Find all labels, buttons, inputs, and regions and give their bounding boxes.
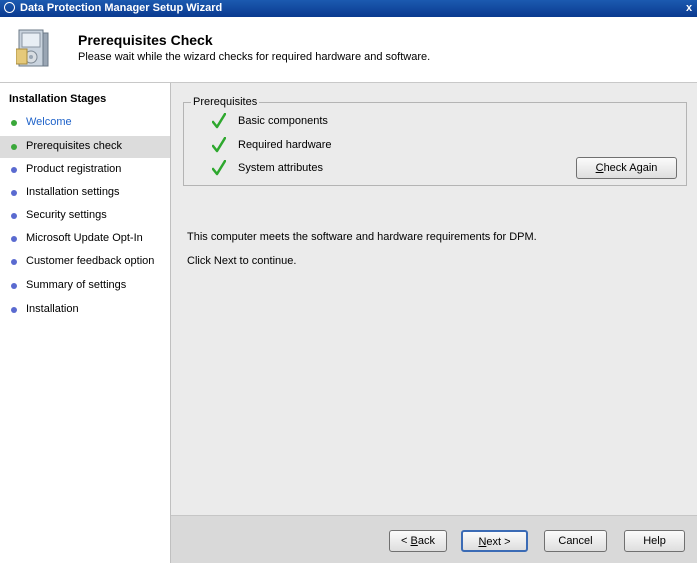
wizard-header: Prerequisites Check Please wait while th… (0, 17, 697, 83)
stage-status-dot (11, 120, 17, 126)
button-text-pre: < (401, 535, 411, 547)
checkmark-icon (212, 137, 226, 153)
stage-label[interactable]: Welcome (26, 116, 72, 128)
checkmark-icon (212, 113, 226, 129)
stage-installation: Installation (0, 299, 170, 321)
help-button[interactable]: Help (624, 530, 685, 552)
cancel-button[interactable]: Cancel (544, 530, 607, 552)
main-panel: Prerequisites Basic components Required … (171, 83, 697, 563)
back-button[interactable]: < Back (389, 530, 447, 552)
setup-wizard-window: Data Protection Manager Setup Wizard x P… (0, 0, 697, 563)
check-again-button[interactable]: Check Again (576, 157, 677, 179)
prerequisites-group: Prerequisites Basic components Required … (183, 96, 687, 186)
stage-label: Microsoft Update Opt-In (26, 232, 143, 244)
stage-label: Installation (26, 303, 79, 315)
stage-prerequisites-check: Prerequisites check (0, 136, 170, 158)
stage-product-registration: Product registration (0, 159, 170, 181)
button-text-post: ext > (486, 536, 511, 548)
wizard-footer: < Back Next > Cancel Help (171, 515, 697, 563)
next-button[interactable]: Next > (461, 530, 528, 552)
stage-status-dot (11, 167, 17, 173)
stage-status-dot (11, 307, 17, 313)
stage-summary-of-settings: Summary of settings (0, 275, 170, 297)
group-label: Prerequisites (191, 96, 260, 108)
stage-status-dot (11, 213, 17, 219)
stage-status-dot (11, 259, 17, 265)
button-text-post: heck Again (603, 162, 658, 174)
prerequisite-system-attributes: System attributes (184, 160, 484, 180)
stage-label: Prerequisites check (26, 140, 122, 152)
status-message: This computer meets the software and har… (187, 231, 537, 243)
stage-status-dot (11, 190, 17, 196)
accelerator-key: B (410, 535, 418, 547)
window-title: Data Protection Manager Setup Wizard (20, 2, 223, 14)
accelerator-key: C (595, 162, 604, 174)
stage-status-dot (11, 283, 17, 289)
stage-microsoft-update-opt-in: Microsoft Update Opt-In (0, 228, 170, 250)
stage-customer-feedback-option: Customer feedback option (0, 251, 170, 273)
button-text-post: ack (417, 535, 435, 547)
stage-security-settings: Security settings (0, 205, 170, 227)
page-title: Prerequisites Check (78, 32, 213, 48)
page-subtitle: Please wait while the wizard checks for … (78, 51, 431, 63)
stage-label: Installation settings (26, 186, 120, 198)
prerequisite-required-hardware: Required hardware (184, 137, 484, 157)
setup-box-icon (16, 29, 49, 67)
installation-stages-sidebar: Installation Stages Welcome Prerequisite… (0, 83, 171, 563)
stage-label: Customer feedback option (26, 255, 155, 267)
stage-status-dot (11, 144, 17, 150)
prerequisite-label: System attributes (238, 162, 323, 174)
checkmark-icon (212, 160, 226, 176)
stage-welcome: Welcome (0, 112, 170, 134)
stage-installation-settings: Installation settings (0, 182, 170, 204)
title-bar[interactable]: Data Protection Manager Setup Wizard x (0, 0, 697, 17)
sidebar-heading: Installation Stages (9, 93, 107, 105)
stage-status-dot (11, 236, 17, 242)
prerequisite-label: Required hardware (238, 139, 332, 151)
close-icon[interactable]: x (683, 1, 695, 15)
stage-label: Summary of settings (26, 279, 127, 291)
stage-label: Product registration (26, 163, 122, 175)
stage-label: Security settings (26, 209, 107, 221)
app-shield-icon (4, 2, 15, 13)
prerequisite-basic-components: Basic components (184, 113, 484, 133)
prerequisite-label: Basic components (238, 115, 328, 127)
next-instruction: Click Next to continue. (187, 255, 297, 267)
